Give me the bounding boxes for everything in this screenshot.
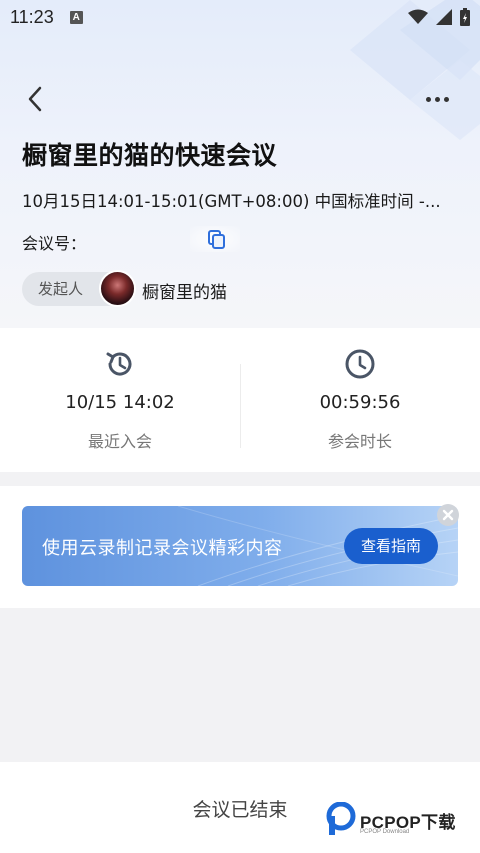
- status-time: 11:23: [10, 6, 54, 27]
- recent-join-value: 10/15 14:02: [65, 392, 175, 413]
- status-bar: 11:23 A: [0, 0, 480, 34]
- history-icon: [106, 352, 132, 376]
- nav-bar: [0, 80, 480, 120]
- close-icon: [442, 509, 454, 521]
- battery-icon: [460, 8, 470, 26]
- banner-section: 使用云录制记录会议精彩内容 查看指南: [0, 486, 480, 608]
- copy-button[interactable]: [205, 228, 229, 252]
- duration-value: 00:59:56: [319, 392, 401, 413]
- watermark-subtext: PCPOP Download: [360, 829, 410, 835]
- host-name: 橱窗里的猫: [142, 283, 227, 303]
- more-icon: [425, 96, 431, 102]
- status-icons: [408, 8, 470, 26]
- meeting-time-range: 10月15日14:01-15:01(GMT+08:00) 中国标准时间 -...: [22, 192, 441, 211]
- stats-panel: 10/15 14:02 最近入会 00:59:56 参会时长: [0, 328, 480, 472]
- cloud-recording-banner[interactable]: 使用云录制记录会议精彩内容 查看指南: [22, 506, 458, 586]
- back-button[interactable]: [20, 84, 50, 114]
- clock-icon: [345, 349, 375, 379]
- more-button[interactable]: [422, 88, 452, 110]
- recent-join-label: 最近入会: [87, 432, 152, 451]
- signal-icon: [436, 9, 452, 25]
- chevron-left-icon: [28, 86, 42, 112]
- stat-duration: 00:59:56 参会时长: [240, 328, 480, 472]
- banner-text: 使用云录制记录会议精彩内容: [42, 538, 283, 559]
- meeting-number-label: 会议号：: [22, 234, 87, 253]
- watermark-logo-icon: [326, 802, 356, 835]
- copy-icon: [208, 230, 225, 249]
- view-guide-button[interactable]: 查看指南: [344, 528, 438, 564]
- avatar[interactable]: [99, 270, 136, 307]
- page-title: 橱窗里的猫的快速会议: [22, 141, 278, 170]
- notification-icon: A: [69, 10, 83, 24]
- duration-label: 参会时长: [327, 432, 392, 451]
- banner-close-button[interactable]: [437, 504, 459, 526]
- stat-recent-join: 10/15 14:02 最近入会: [0, 328, 240, 472]
- watermark: PCPOP下载 PCPOP Download: [326, 802, 476, 842]
- wifi-icon: [408, 9, 428, 24]
